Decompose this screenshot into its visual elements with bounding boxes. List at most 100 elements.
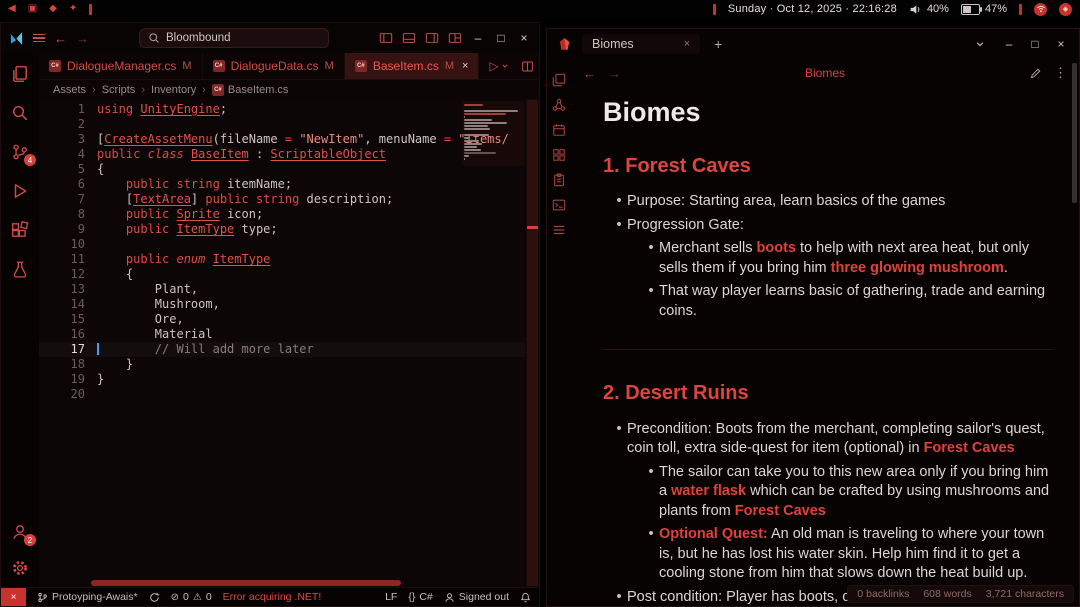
note-breadcrumb[interactable]: Biomes <box>633 66 1017 80</box>
tab-biomes[interactable]: Biomes × <box>582 34 701 54</box>
dotnet-error-message[interactable]: Error acquiring .NET! <box>223 591 322 603</box>
code-line[interactable]: 11 public enum ItemType <box>39 252 525 267</box>
back-button[interactable]: ← <box>54 31 67 46</box>
maximize-button[interactable]: □ <box>1027 37 1043 51</box>
explorer-icon[interactable] <box>11 65 29 83</box>
volume-level: 40% <box>926 3 949 15</box>
forward-button[interactable]: → <box>76 31 89 46</box>
code-line[interactable]: 7 [TextArea] public string description; <box>39 192 525 207</box>
code-line[interactable]: 19} <box>39 372 525 387</box>
system-topbar: ◀ ▣ ◆ ✦ Sunday · Oct 12, 2025 · 22:16:28… <box>0 0 1080 18</box>
quick-switcher-icon[interactable] <box>552 73 566 87</box>
maximize-button[interactable]: □ <box>494 31 508 45</box>
code-line[interactable]: 18 } <box>39 357 525 372</box>
edit-toggle-icon[interactable] <box>1029 67 1042 80</box>
minimize-button[interactable]: – <box>471 31 485 45</box>
minimap-line <box>464 155 469 157</box>
nav-left-icon[interactable]: ◀ <box>8 0 16 18</box>
remote-indicator[interactable]: × <box>1 588 26 606</box>
canvas-icon[interactable] <box>552 148 566 162</box>
clipboard-icon[interactable] <box>552 173 566 187</box>
close-tab-icon[interactable]: × <box>462 60 468 72</box>
breadcrumb-item[interactable]: Inventory <box>151 84 196 96</box>
horizontal-scrollbar[interactable] <box>91 580 401 586</box>
code-line[interactable]: 1 using UnityEngine; <box>39 102 525 117</box>
tab-baseitem[interactable]: C# BaseItem.cs M × <box>344 53 480 79</box>
graph-view-icon[interactable] <box>552 98 566 112</box>
volume-indicator[interactable]: 40% <box>909 3 949 16</box>
tab-dialoguedata[interactable]: C# DialogueData.cs M <box>203 53 345 79</box>
tab-list-chevron-icon[interactable] <box>975 39 991 49</box>
code-line[interactable]: 3 [CreateAssetMenu(fileName = "NewItem", … <box>39 132 525 147</box>
daily-note-calendar-icon[interactable] <box>552 123 566 137</box>
vscode-statusbar: × Protoyping-Awais* ⊘ 0 ⚠ 0 Error acquir… <box>1 587 539 606</box>
close-tab-icon[interactable]: × <box>684 38 690 50</box>
note-content[interactable]: Biomes 1. Forest Caves • Purpose: Startin… <box>571 87 1079 606</box>
toggle-sidebar-icon[interactable] <box>379 31 393 45</box>
breadcrumb-item[interactable]: Assets <box>53 84 86 96</box>
forward-button[interactable]: → <box>608 66 621 81</box>
code-line[interactable]: 13 Plant, <box>39 282 525 297</box>
breadcrumb-file[interactable]: C# BaseItem.cs <box>211 83 288 96</box>
minimap[interactable] <box>462 101 524 166</box>
code-line[interactable]: 20 <box>39 387 525 402</box>
language-indicator[interactable]: {} C# <box>408 591 432 603</box>
command-center-search[interactable]: Bloombound <box>139 28 329 48</box>
tray-network-icon[interactable] <box>1034 2 1047 16</box>
sparkle-icon[interactable]: ✦ <box>69 0 77 18</box>
breadcrumb: Assets › Scripts › Inventory › C# BaseIt… <box>53 83 289 96</box>
run-button[interactable]: ▷ <box>489 59 508 73</box>
code-line[interactable]: 10 <box>39 237 525 252</box>
menu-icon[interactable] <box>33 33 45 43</box>
search-icon[interactable] <box>11 104 29 122</box>
source-control-icon[interactable]: 4 <box>11 143 36 166</box>
branch-indicator[interactable]: Protoyping-Awais* <box>37 591 138 603</box>
obsidian-logo <box>557 37 572 52</box>
toggle-panel-icon[interactable] <box>402 31 416 45</box>
code-line[interactable]: 12 { <box>39 267 525 282</box>
command-palette-icon[interactable] <box>552 223 566 237</box>
extensions-icon[interactable] <box>11 221 29 239</box>
toggle-secondary-sidebar-icon[interactable] <box>425 31 439 45</box>
code-line[interactable]: 17 // Will add more later <box>39 342 525 357</box>
code-line[interactable]: 6 public string itemName; <box>39 177 525 192</box>
code-editor[interactable]: 1 using UnityEngine; 2 3 [CreateAssetMenu(fi… <box>39 99 539 587</box>
code-line[interactable]: 2 <box>39 117 525 132</box>
new-tab-button[interactable]: + <box>714 36 722 52</box>
sync-icon[interactable] <box>149 592 160 603</box>
code-line[interactable]: 5{ <box>39 162 525 177</box>
testing-beaker-icon[interactable] <box>11 260 29 278</box>
workspace-icon[interactable]: ▣ <box>28 0 37 18</box>
account-status[interactable]: Signed out <box>444 591 509 603</box>
customize-layout-icon[interactable] <box>448 31 462 45</box>
section-divider <box>603 349 1053 350</box>
close-button[interactable]: × <box>517 31 531 45</box>
settings-gear-icon[interactable] <box>11 559 29 577</box>
breadcrumb-item[interactable]: Scripts <box>102 84 136 96</box>
code-line[interactable]: 9 public ItemType type; <box>39 222 525 237</box>
backlinks-count[interactable]: 0 backlinks <box>857 588 909 600</box>
modules-icon[interactable]: ◆ <box>49 0 57 18</box>
problems-indicator[interactable]: ⊘ 0 ⚠ 0 <box>171 591 212 603</box>
code-line[interactable]: 15 Ore, <box>39 312 525 327</box>
code-line[interactable]: 8 public Sprite icon; <box>39 207 525 222</box>
tray-app-icon[interactable]: ◈ <box>1059 2 1072 16</box>
search-icon <box>149 33 159 43</box>
notifications-bell-icon[interactable] <box>520 592 531 603</box>
eol-indicator[interactable]: LF <box>385 591 397 603</box>
split-editor-icon[interactable] <box>521 60 534 73</box>
vertical-scrollbar[interactable] <box>526 99 539 587</box>
code-line[interactable]: 14 Mushroom, <box>39 297 525 312</box>
code-line[interactable]: 16 Material <box>39 327 525 342</box>
terminal-icon[interactable] <box>552 198 566 212</box>
minimize-button[interactable]: – <box>1001 37 1017 51</box>
accounts-icon[interactable]: 2 <box>11 523 36 546</box>
tab-dialoguemanager[interactable]: C# DialogueManager.cs M <box>39 53 203 79</box>
more-options-icon[interactable]: ⋮ <box>1054 65 1067 81</box>
run-debug-icon[interactable] <box>11 182 29 200</box>
code-line[interactable]: 4 public class BaseItem : ScriptableObjec… <box>39 147 525 162</box>
bullet-marker: • <box>616 588 622 605</box>
close-button[interactable]: × <box>1053 37 1069 51</box>
back-button[interactable]: ← <box>583 66 596 81</box>
scrollbar-thumb[interactable] <box>1072 63 1077 203</box>
